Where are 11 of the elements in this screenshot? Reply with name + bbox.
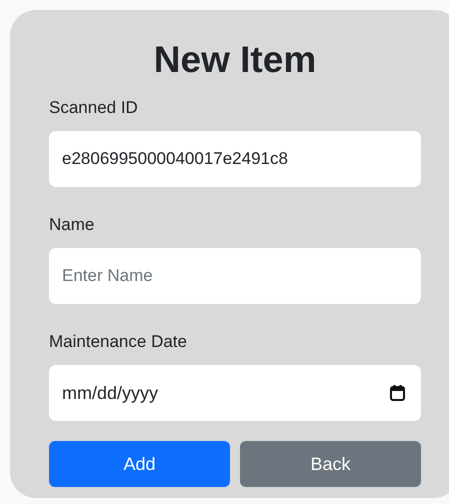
date-format-text: mm/dd/yyyy [62,382,158,405]
field-label: Scanned ID [49,97,139,119]
form-title: New Item [152,38,318,82]
date-field[interactable]: mm/dd/yyyy [49,365,421,421]
field-label: Name [49,214,96,236]
calendar-icon[interactable] [390,385,405,401]
add-button[interactable]: Add [49,441,230,487]
back-button[interactable]: Back [240,441,421,487]
field-label: Maintenance Date [49,331,188,353]
text-field[interactable]: Enter Name [49,248,421,304]
text-field[interactable]: e2806995000040017e2491c8 [49,131,421,187]
